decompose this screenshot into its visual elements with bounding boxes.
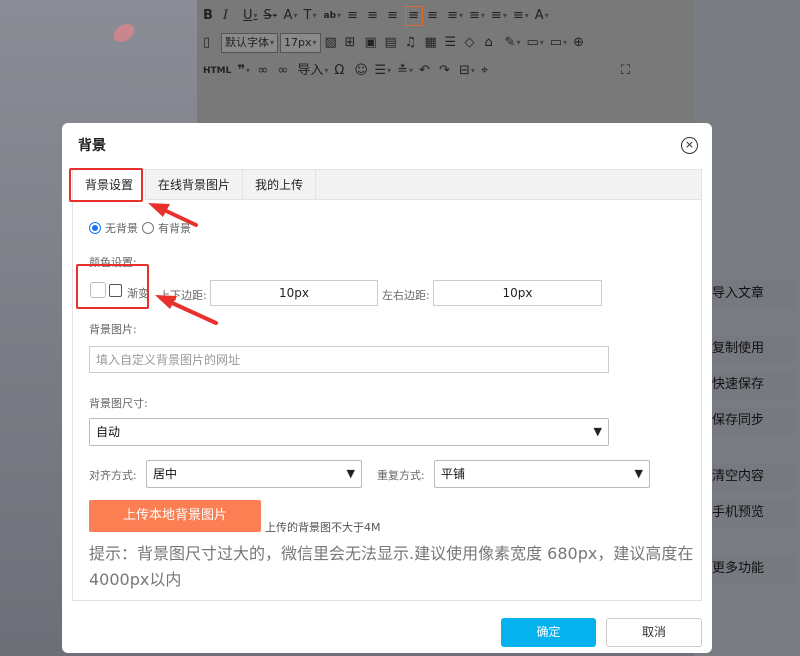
annotation-arrows — [148, 203, 218, 325]
annotation-arrow-tab — [148, 203, 198, 227]
annotation-arrow-checkbox — [155, 295, 218, 325]
